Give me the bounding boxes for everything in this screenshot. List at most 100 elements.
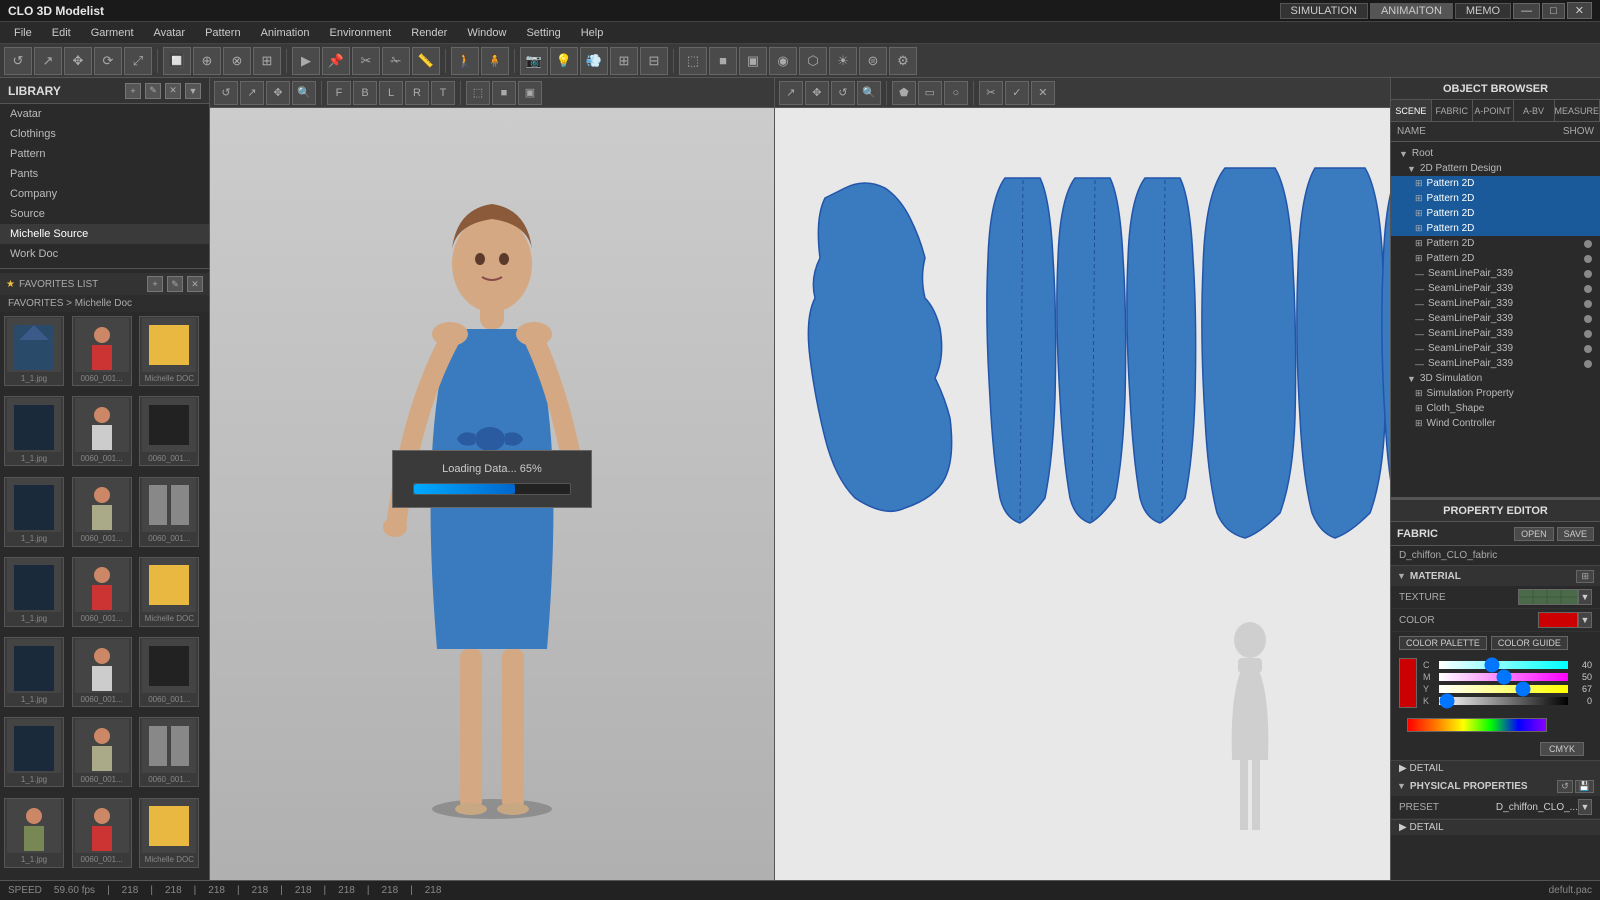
thumb-6[interactable]: 0060_001... [139, 396, 199, 466]
tree-seam-6[interactable]: — SeamLinePair_339 [1391, 341, 1600, 356]
tb-3d-rotate[interactable]: ⊗ [223, 47, 251, 75]
menu-help[interactable]: Help [571, 25, 614, 41]
ob-tab-abv[interactable]: A-BV [1514, 100, 1555, 121]
vp3d-wireframe[interactable]: ⬚ [466, 81, 490, 105]
tree-2d-pattern-design[interactable]: ▼ 2D Pattern Design [1391, 161, 1600, 176]
menu-garment[interactable]: Garment [81, 25, 144, 41]
vp2d-add-poly[interactable]: ⬟ [892, 81, 916, 105]
tb-cut[interactable]: ✁ [382, 47, 410, 75]
pe-texture-expand-btn[interactable]: ▼ [1578, 589, 1592, 605]
vp2d-add-rect[interactable]: ▭ [918, 81, 942, 105]
vp3d-front[interactable]: F [327, 81, 351, 105]
tree-pattern-2d-1[interactable]: ⊞ Pattern 2D [1391, 176, 1600, 191]
ob-tab-scene[interactable]: SCENE [1391, 100, 1432, 121]
tree-wind-controller[interactable]: ⊞ Wind Controller [1391, 416, 1600, 431]
pe-color-guide-btn[interactable]: COLOR GUIDE [1491, 636, 1568, 650]
thumb-2[interactable]: 0060_001... [72, 316, 132, 386]
thumb-12[interactable]: Michelle DOC [139, 557, 199, 627]
sidebar-add-icon[interactable]: + [125, 83, 141, 99]
vp3d-select[interactable]: ↗ [240, 81, 264, 105]
simulation-tab[interactable]: SIMULATION [1280, 3, 1368, 19]
tree-pattern-2d-2[interactable]: ⊞ Pattern 2D [1391, 191, 1600, 206]
thumb-19[interactable]: 1_1.jpg [4, 798, 64, 868]
nav-pattern[interactable]: Pattern [0, 144, 209, 164]
fav-edit-icon[interactable]: ✎ [167, 276, 183, 292]
nav-michelle-source[interactable]: Michelle Source [0, 224, 209, 244]
fav-del-icon[interactable]: ✕ [187, 276, 203, 292]
vp3d-move[interactable]: ✥ [266, 81, 290, 105]
tb-solid[interactable]: ■ [709, 47, 737, 75]
tb-simulate[interactable]: ▶ [292, 47, 320, 75]
pe-texture-box[interactable] [1518, 589, 1578, 605]
pe-material-header[interactable]: ▼ MATERIAL ⊞ [1391, 566, 1600, 586]
tb-3d-move[interactable]: ⊕ [193, 47, 221, 75]
vp3d-left[interactable]: L [379, 81, 403, 105]
tree-pattern-2d-6[interactable]: ⊞ Pattern 2D [1391, 251, 1600, 266]
tree-pattern-2d-5[interactable]: ⊞ Pattern 2D [1391, 236, 1600, 251]
minimize-btn[interactable]: — [1513, 3, 1540, 19]
vp2d-move[interactable]: ✥ [805, 81, 829, 105]
vp3d-rotate[interactable]: ↺ [214, 81, 238, 105]
pe-detail2-section[interactable]: ▶ DETAIL [1391, 820, 1600, 835]
tree-pattern-2d-3[interactable]: ⊞ Pattern 2D [1391, 206, 1600, 221]
menu-pattern[interactable]: Pattern [195, 25, 250, 41]
menu-edit[interactable]: Edit [42, 25, 81, 41]
pe-physical-header[interactable]: ▼ PHYSICAL PROPERTIES ↺ 💾 [1391, 776, 1600, 796]
tb-rotate2[interactable]: ⟳ [94, 47, 122, 75]
tree-sim-property[interactable]: ⊞ Simulation Property [1391, 386, 1600, 401]
pe-m-slider[interactable] [1439, 673, 1568, 681]
menu-animation[interactable]: Animation [251, 25, 320, 41]
vp2d-x[interactable]: ✕ [1031, 81, 1055, 105]
pe-c-slider[interactable] [1439, 661, 1568, 669]
vp3d-tex[interactable]: ▣ [518, 81, 542, 105]
maximize-btn[interactable]: □ [1542, 3, 1565, 19]
close-btn[interactable]: ✕ [1567, 2, 1592, 19]
tree-seam-2[interactable]: — SeamLinePair_339 [1391, 281, 1600, 296]
nav-clothings[interactable]: Clothings [0, 124, 209, 144]
thumb-9[interactable]: 0060_001... [139, 477, 199, 547]
thumb-3[interactable]: Michelle DOC [139, 316, 199, 386]
thumb-7[interactable]: 1_1.jpg [4, 477, 64, 547]
tb-pin[interactable]: 📌 [322, 47, 350, 75]
tb-rotate[interactable]: ↺ [4, 47, 32, 75]
pe-phys-reset-btn[interactable]: ↺ [1557, 780, 1573, 793]
tree-3d-simulation[interactable]: ▼ 3D Simulation [1391, 371, 1600, 386]
vp2d-add-circle[interactable]: ○ [944, 81, 968, 105]
fav-add-icon[interactable]: + [147, 276, 163, 292]
tb-wireframe[interactable]: ⬚ [679, 47, 707, 75]
tb-scale[interactable]: ⤢ [124, 47, 152, 75]
vp3d-top[interactable]: T [431, 81, 455, 105]
nav-avatar[interactable]: Avatar [0, 104, 209, 124]
thumb-20[interactable]: 0060_001... [72, 798, 132, 868]
pe-color-swatch[interactable] [1399, 658, 1417, 708]
pe-phys-save-btn[interactable]: 💾 [1575, 780, 1594, 793]
thumb-10[interactable]: 1_1.jpg [4, 557, 64, 627]
pe-open-btn[interactable]: OPEN [1514, 527, 1554, 541]
tb-xray[interactable]: ☀ [829, 47, 857, 75]
thumb-15[interactable]: 0060_001... [139, 637, 199, 707]
tb-shader[interactable]: ◉ [769, 47, 797, 75]
tree-seam-5[interactable]: — SeamLinePair_339 [1391, 326, 1600, 341]
tb-seam[interactable]: ⊜ [859, 47, 887, 75]
memo-tab[interactable]: MEMO [1455, 3, 1511, 19]
ob-tab-apoint[interactable]: A-POINT [1473, 100, 1514, 121]
tree-seam-3[interactable]: — SeamLinePair_339 [1391, 296, 1600, 311]
vp2d-rotate[interactable]: ↺ [831, 81, 855, 105]
tb-avatar-pose[interactable]: 🧍 [481, 47, 509, 75]
vp2d-sew[interactable]: ✂ [979, 81, 1003, 105]
tb-light[interactable]: 💡 [550, 47, 578, 75]
pe-y-slider[interactable] [1439, 685, 1568, 693]
menu-file[interactable]: File [4, 25, 42, 41]
thumb-11[interactable]: 0060_001... [72, 557, 132, 627]
tb-select[interactable]: ↗ [34, 47, 62, 75]
menu-window[interactable]: Window [457, 25, 516, 41]
tb-sew[interactable]: ✂ [352, 47, 380, 75]
thumb-16[interactable]: 1_1.jpg [4, 717, 64, 787]
nav-company[interactable]: Company [0, 184, 209, 204]
vp3d-back[interactable]: B [353, 81, 377, 105]
ob-tab-fabric[interactable]: FABRIC [1432, 100, 1473, 121]
tree-pattern-2d-4[interactable]: ⊞ Pattern 2D [1391, 221, 1600, 236]
thumb-18[interactable]: 0060_001... [139, 717, 199, 787]
tb-config[interactable]: ⚙ [889, 47, 917, 75]
thumb-4[interactable]: 1_1.jpg [4, 396, 64, 466]
